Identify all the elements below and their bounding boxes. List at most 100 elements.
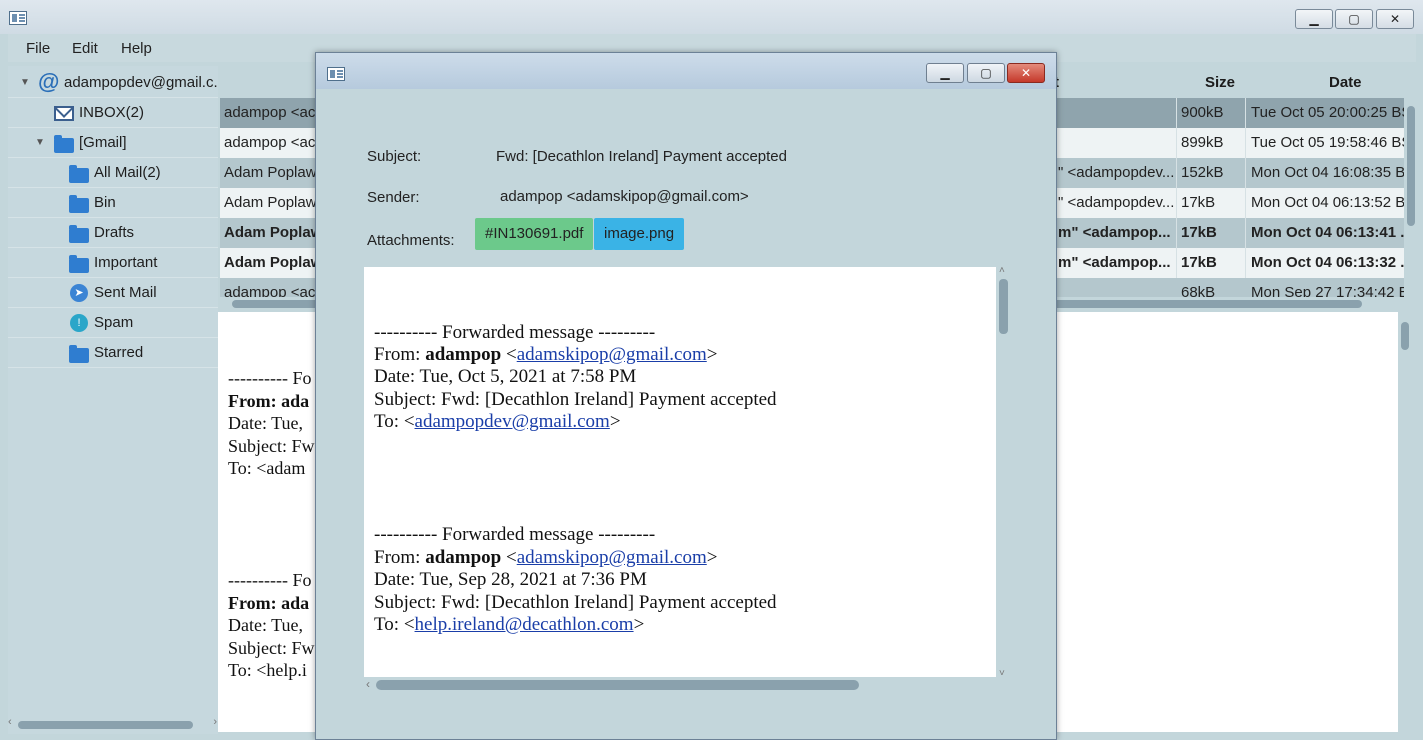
sidebar-horizontal-scrollbar[interactable]: ‹ › [8,716,218,732]
sidebar-item-label: Spam [94,314,134,331]
sidebar-item-all-mail[interactable]: All Mail(2) [8,158,218,188]
at-icon: @ [38,69,60,94]
column-divider [1245,188,1246,218]
dialog-title-bar: ▁ ▢ ✕ [316,53,1056,89]
app-icon [9,11,27,25]
size-cell: 17kB [1181,254,1217,271]
to-email-link[interactable]: help.ireland@decathlon.com [415,614,634,635]
dialog-close-button[interactable]: ✕ [1007,63,1045,83]
column-divider [1245,218,1246,248]
date-cell: Mon Oct 04 06:13:52 BS [1251,194,1406,211]
sender-cell: Adam Poplaw [224,224,319,241]
preview-line: Subject: Fw [228,436,315,456]
scrollbar-thumb[interactable] [1407,106,1415,226]
forward-separator: ---------- Forwarded message --------- [374,322,656,343]
maximize-icon: ▢ [1348,12,1360,26]
sidebar-item-drafts[interactable]: Drafts [8,218,218,248]
sender-value: adampop <adamskipop@gmail.com> [500,188,749,205]
size-cell: 900kB [1181,104,1224,121]
sidebar-item-label: [Gmail] [79,134,127,151]
sidebar-item-spam[interactable]: ! Spam [8,308,218,338]
date-cell: Mon Oct 04 16:08:35 BS [1251,164,1406,181]
preview-line: Date: Tue, [228,413,304,433]
sidebar-item-label: Drafts [94,224,135,241]
menu-file[interactable]: File [26,40,50,57]
menu-edit[interactable]: Edit [72,40,98,57]
minimize-button[interactable]: ▁ [1295,9,1333,29]
scroll-left-icon[interactable]: ‹ [366,677,370,691]
folder-icon [69,165,89,183]
date-line: Date: Tue, Sep 28, 2021 at 7:36 PM [374,569,647,590]
to-line: To: <help.ireland@decathlon.com> [374,614,645,635]
maximize-button[interactable]: ▢ [1335,9,1373,29]
preview-line: To: <help.i [228,660,307,680]
subject-line: Subject: Fwd: [Decathlon Ireland] Paymen… [374,592,777,613]
column-header-date[interactable]: Date [1329,74,1362,91]
folder-tree: ▼ @ adampopdev@gmail.c... INBOX(2) ▼ [Gm… [8,66,218,734]
folder-icon [69,255,89,273]
to-email-link[interactable]: adampopdev@gmail.com [415,411,610,432]
main-title-bar: ▁ ▢ ✕ [0,0,1423,34]
from-prefix: From: [374,344,426,365]
sidebar-item-label: Important [94,254,158,271]
body-vertical-scrollbar[interactable]: ˄ ˅ [996,265,1012,679]
recipient-cell: m" <adampop... [1058,254,1171,271]
scroll-left-icon[interactable]: ‹ [8,716,12,728]
sender-cell: adampop <ac [224,104,316,121]
size-cell: 17kB [1181,194,1216,211]
dialog-maximize-button[interactable]: ▢ [967,63,1005,83]
column-divider [1176,158,1177,188]
table-vertical-scrollbar[interactable] [1404,98,1418,298]
attachment-pdf-button[interactable]: #IN130691.pdf [475,218,594,250]
minimize-icon: ▁ [940,66,950,80]
scroll-up-icon[interactable]: ˄ [999,265,1005,276]
column-divider [1176,218,1177,248]
sidebar-item-gmail[interactable]: ▼ [Gmail] [8,128,218,158]
close-button[interactable]: ✕ [1376,9,1414,29]
to-prefix: To: [374,614,404,635]
dialog-minimize-button[interactable]: ▁ [926,63,964,83]
date-line: Date: Tue, Oct 5, 2021 at 7:58 PM [374,366,637,387]
sidebar-item-label: Starred [94,344,144,361]
attachment-image-button[interactable]: image.png [594,218,685,250]
tree-account[interactable]: ▼ @ adampopdev@gmail.c... [8,68,218,98]
mail-icon [54,106,74,121]
preview-vertical-scrollbar[interactable] [1398,312,1412,732]
subject-value: Fwd: [Decathlon Ireland] Payment accepte… [496,148,787,165]
date-cell: Mon Oct 04 06:13:32 ... [1251,254,1406,271]
scrollbar-thumb[interactable] [1401,322,1409,350]
sidebar-item-starred[interactable]: Starred [8,338,218,368]
sidebar-item-bin[interactable]: Bin [8,188,218,218]
scrollbar-thumb[interactable] [18,721,193,729]
date-cell: Mon Oct 04 06:13:41 ... [1251,224,1406,241]
column-header-size[interactable]: Size [1205,74,1235,91]
folder-icon [69,345,89,363]
expand-arrow-icon[interactable]: ▼ [35,137,45,148]
body-horizontal-scrollbar[interactable]: ‹ [364,677,1012,693]
scroll-right-icon[interactable]: › [213,716,217,728]
column-divider [1176,128,1177,158]
scrollbar-thumb[interactable] [376,680,859,690]
expand-arrow-icon[interactable]: ▼ [20,77,30,88]
size-cell: 152kB [1181,164,1224,181]
subject-label: Subject: [367,148,422,165]
menu-help[interactable]: Help [121,40,152,57]
sidebar-item-label: Sent Mail [94,284,157,301]
to-prefix: To: [374,411,404,432]
to-line: To: <adampopdev@gmail.com> [374,411,621,432]
from-email-link[interactable]: adamskipop@gmail.com [517,547,707,568]
preview-line: Subject: Fw [228,638,315,658]
sidebar-item-inbox[interactable]: INBOX(2) [8,98,218,128]
from-email-link[interactable]: adamskipop@gmail.com [517,344,707,365]
account-label: adampopdev@gmail.c... [64,74,218,91]
recipient-cell: " <adampopdev... [1058,194,1175,211]
column-divider [1245,128,1246,158]
sidebar-item-sent-mail[interactable]: ➤ Sent Mail [8,278,218,308]
close-icon: ✕ [1020,66,1032,80]
preview-line: To: <adam [228,458,306,478]
size-cell: 68kB [1181,284,1216,298]
date-cell: Tue Oct 05 19:58:46 BS [1251,134,1406,151]
sidebar-item-important[interactable]: Important [8,248,218,278]
sender-cell: Adam Poplaw [224,164,317,181]
scrollbar-thumb[interactable] [999,279,1008,334]
